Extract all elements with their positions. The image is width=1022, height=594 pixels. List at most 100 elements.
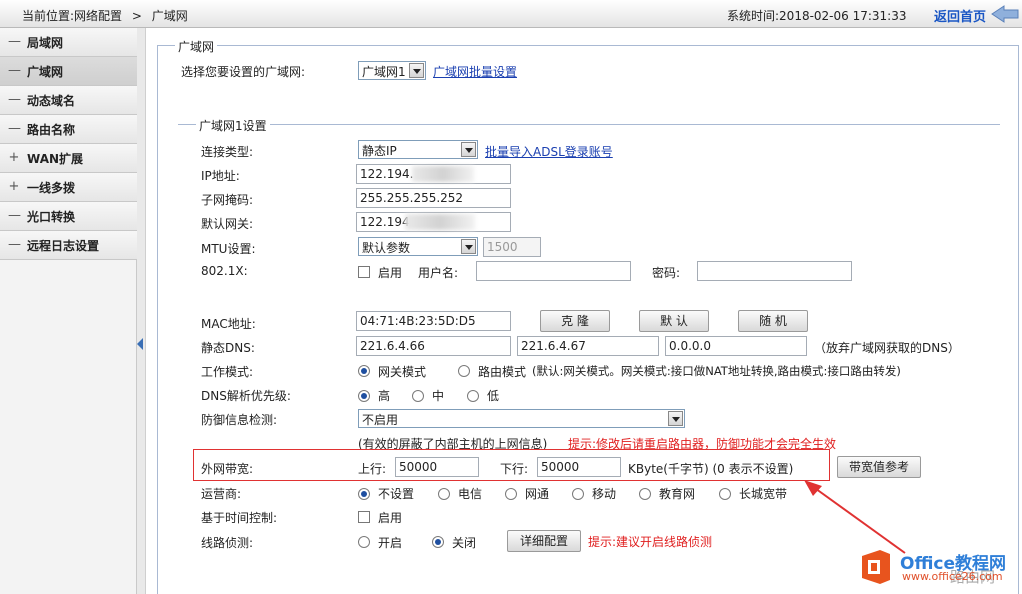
mode-gateway-radio[interactable]: [358, 365, 370, 377]
gateway-label: 默认网关:: [201, 217, 254, 231]
isp-none-radio[interactable]: [358, 488, 370, 500]
upload-input[interactable]: 50000: [395, 457, 479, 477]
line-detect-on-radio[interactable]: [358, 536, 370, 548]
bandwidth-unit-note: KByte(千字节) (0 表示不设置): [628, 462, 794, 476]
sidebar-item-router-name[interactable]: — 路由名称: [0, 115, 137, 144]
priority-high-label: 高: [378, 389, 391, 403]
sidebar-item-wan-extend[interactable]: + WAN扩展: [0, 144, 137, 173]
default-mac-button[interactable]: 默 认: [639, 310, 709, 332]
sidebar-item-multi-dial[interactable]: + 一线多拨: [0, 173, 137, 202]
time-control-label: 基于时间控制:: [201, 511, 278, 525]
conn-type-label: 连接类型:: [201, 145, 254, 159]
sidebar-item-wan[interactable]: — 广域网: [0, 57, 137, 86]
sidebar: — 局域网 — 广域网 — 动态域名 — 路由名称 + WAN扩展 + 一线多拨…: [0, 28, 137, 594]
isp-mobile-radio[interactable]: [572, 488, 584, 500]
sidebar-item-label: 局域网: [27, 36, 64, 50]
breadcrumb: 当前位置:网络配置 > 广域网: [22, 7, 188, 24]
line-detect-label: 线路侦测:: [201, 536, 254, 550]
defense-select[interactable]: 不启用: [358, 409, 685, 428]
mode-router-radio[interactable]: [458, 365, 470, 377]
isp-netcom-radio[interactable]: [505, 488, 517, 500]
back-home-link[interactable]: 返回首页: [934, 6, 986, 25]
annotation-arrow-icon: [804, 480, 906, 554]
random-mac-button[interactable]: 随 机: [738, 310, 808, 332]
collapse-arrow-icon[interactable]: [137, 338, 143, 350]
dns-priority-label: DNS解析优先级:: [201, 389, 291, 403]
sidebar-item-label: 路由名称: [27, 123, 76, 137]
sidebar-item-optical[interactable]: — 光口转换: [0, 202, 137, 231]
dns2-value: 221.6.4.67: [521, 339, 586, 353]
priority-mid-label: 中: [432, 389, 445, 403]
import-adsl-link[interactable]: 批量导入ADSL登录账号: [485, 143, 613, 160]
sidebar-item-ddns[interactable]: — 动态域名: [0, 86, 137, 115]
collapse-icon: —: [8, 34, 21, 49]
detail-config-button[interactable]: 详细配置: [507, 530, 581, 552]
priority-low-label: 低: [487, 389, 500, 403]
priority-mid-radio[interactable]: [412, 390, 424, 402]
ip-label: IP地址:: [201, 169, 240, 183]
mtu-select[interactable]: 默认参数: [358, 237, 478, 256]
upload-value: 50000: [399, 460, 438, 474]
wan-legend: 广域网: [175, 38, 218, 55]
isp-netcom-label: 网通: [525, 487, 550, 501]
collapse-icon: —: [8, 63, 21, 78]
password-input[interactable]: [697, 261, 852, 281]
sidebar-item-remote-log[interactable]: — 远程日志设置: [0, 231, 137, 260]
sidebar-item-label: 一线多拨: [27, 181, 76, 195]
mask-input[interactable]: 255.255.255.252: [356, 188, 511, 208]
mtu-number-value: 1500: [487, 240, 518, 254]
wan1-legend: 广域网1设置: [196, 117, 270, 134]
line-detect-tip: 提示:建议开启线路侦测: [588, 535, 713, 549]
conn-type-select[interactable]: 静态IP: [358, 140, 478, 159]
isp-gwbn-radio[interactable]: [719, 488, 731, 500]
sidebar-item-label: 光口转换: [27, 210, 76, 224]
bandwidth-reference-button[interactable]: 带宽值参考: [837, 456, 921, 478]
download-input[interactable]: 50000: [537, 457, 621, 477]
line-detect-off-label: 关闭: [452, 536, 477, 550]
wan-batch-link[interactable]: 广域网批量设置: [433, 63, 517, 80]
dns2-input[interactable]: 221.6.4.67: [517, 336, 659, 356]
dns1-value: 221.6.4.66: [360, 339, 425, 353]
download-label: 下行:: [500, 462, 529, 476]
chevron-down-icon: [409, 63, 424, 78]
username-label: 用户名:: [418, 266, 459, 280]
select-wan-label: 选择您要设置的广域网:: [181, 65, 306, 79]
mask-label: 子网掩码:: [201, 193, 254, 207]
defense-label: 防御信息检测:: [201, 413, 278, 427]
clone-button[interactable]: 克 隆: [540, 310, 610, 332]
redaction-blur: [405, 214, 475, 230]
mode-label: 工作模式:: [201, 365, 254, 379]
sidebar-item-label: 动态域名: [27, 94, 76, 108]
gateway-value: 122.194: [360, 215, 410, 229]
breadcrumb-current: 广域网: [151, 9, 188, 23]
dns1-input[interactable]: 221.6.4.66: [356, 336, 511, 356]
priority-high-radio[interactable]: [358, 390, 370, 402]
username-input[interactable]: [476, 261, 631, 281]
sidebar-splitter[interactable]: [137, 28, 146, 594]
back-arrow-icon[interactable]: [990, 4, 1020, 24]
dot1x-checkbox[interactable]: [358, 266, 370, 278]
collapse-icon: —: [8, 121, 21, 136]
wan-select[interactable]: 广域网1: [358, 61, 426, 80]
isp-telecom-radio[interactable]: [438, 488, 450, 500]
isp-telecom-label: 电信: [458, 487, 483, 501]
expand-icon: +: [8, 150, 20, 165]
mac-input[interactable]: 04:71:4B:23:5D:D5: [356, 311, 511, 331]
isp-mobile-label: 移动: [592, 487, 617, 501]
time-control-checkbox[interactable]: [358, 511, 370, 523]
mac-value: 04:71:4B:23:5D:D5: [360, 314, 476, 328]
ip-value: 122.194.: [360, 167, 414, 181]
priority-low-radio[interactable]: [467, 390, 479, 402]
wan1-legend-line: [178, 124, 1000, 125]
collapse-icon: —: [8, 237, 21, 252]
breadcrumb-prefix: 当前位置:网络配置: [22, 9, 123, 23]
dot1x-enable-label: 启用: [378, 266, 403, 280]
isp-edu-radio[interactable]: [639, 488, 651, 500]
sidebar-item-lan[interactable]: — 局域网: [0, 28, 137, 57]
dns3-input[interactable]: 0.0.0.0: [665, 336, 807, 356]
watermark-url: www.office26.com: [902, 570, 1003, 583]
top-bar: 当前位置:网络配置 > 广域网 系统时间:2018-02-06 17:31:33…: [0, 0, 1022, 28]
line-detect-off-radio[interactable]: [432, 536, 444, 548]
mtu-number-input: 1500: [483, 237, 541, 257]
mode-router-label: 路由模式: [478, 365, 527, 379]
